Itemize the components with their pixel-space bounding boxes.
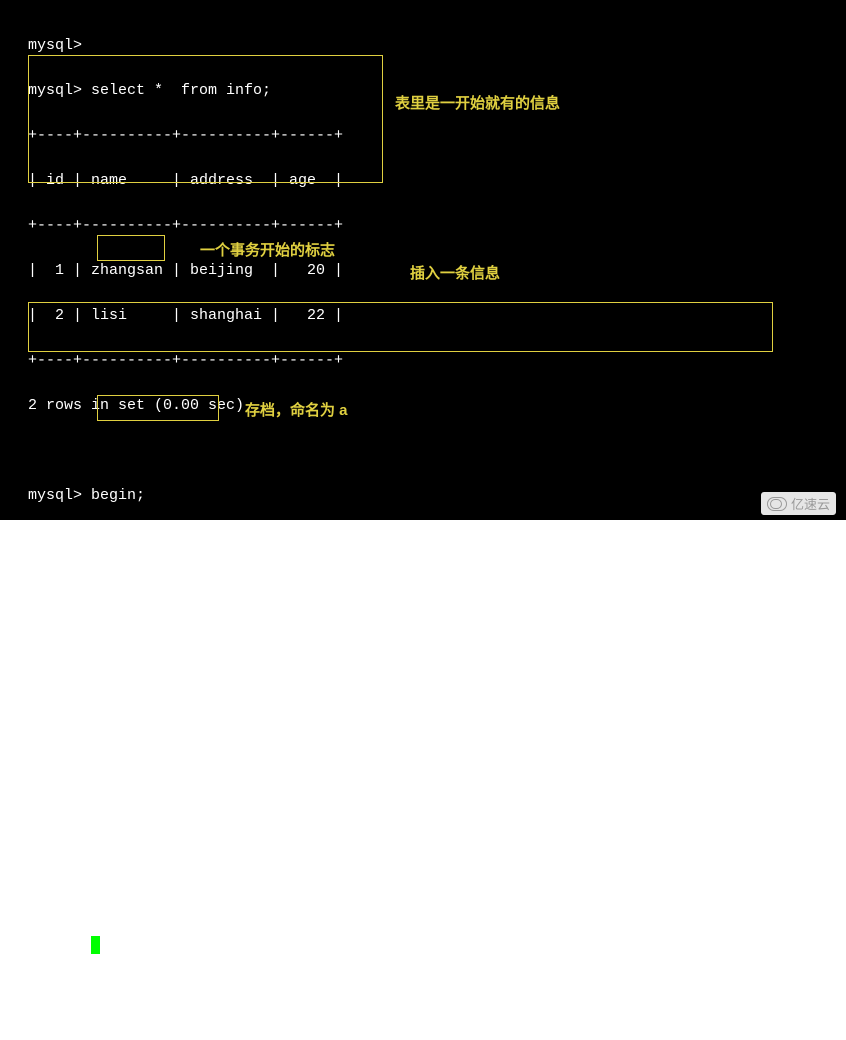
insert-command-line2: g',27); — [28, 665, 818, 688]
table-header: | id | name | address | age | — [28, 170, 818, 193]
query-ok-begin: Query OK, 0 rows affected (0.00 sec) — [28, 530, 818, 553]
watermark-logo: 亿速云 — [761, 492, 836, 515]
terminal-window[interactable]: mysql> mysql> select * from info; +----+… — [0, 0, 846, 520]
annotation-savepoint-label: 存档，命名为 a — [245, 400, 348, 423]
blank-line — [28, 755, 818, 778]
begin-command: begin; — [91, 487, 145, 504]
table-border-bot: +----+----------+----------+------+ — [28, 350, 818, 373]
table-row: | 2 | lisi | shanghai | 22 | — [28, 305, 818, 328]
insert-command-part1: insert into info (id,name,address,age) v… — [91, 622, 676, 639]
cloud-icon — [767, 497, 787, 511]
annotation-begin-marker: 一个事务开始的标志 — [200, 240, 335, 263]
rows-in-set: 2 rows in set (0.00 sec) — [28, 395, 818, 418]
query-ok-insert: Query OK, 1 row affected (0.00 sec) — [28, 710, 818, 733]
blank-line — [28, 575, 818, 598]
savepoint-command: savepoint a; — [91, 802, 199, 819]
blank-line — [28, 890, 818, 913]
table-border-top: +----+----------+----------+------+ — [28, 125, 818, 148]
blank-line — [28, 440, 818, 463]
query-ok-savepoint: Query OK, 0 rows affected (0.00 sec) — [28, 845, 818, 868]
annotation-insert-info: 插入一条信息 — [410, 263, 500, 286]
savepoint-command-line: mysql> savepoint a; — [28, 800, 818, 823]
insert-command-line1: mysql> insert into info (id,name,address… — [28, 620, 818, 643]
table-highlight-box — [28, 55, 383, 183]
begin-highlight-box — [97, 235, 165, 261]
begin-command-line: mysql> begin; — [28, 485, 818, 508]
logo-text: 亿速云 — [791, 494, 830, 513]
select-command: select * from info; — [91, 82, 271, 99]
table-border-mid: +----+----------+----------+------+ — [28, 215, 818, 238]
prompt-cursor-line: mysql> — [28, 935, 818, 958]
cursor-icon — [91, 936, 100, 954]
annotation-table-info: 表里是一开始就有的信息 — [395, 93, 560, 116]
prompt-line: mysql> — [28, 35, 818, 58]
